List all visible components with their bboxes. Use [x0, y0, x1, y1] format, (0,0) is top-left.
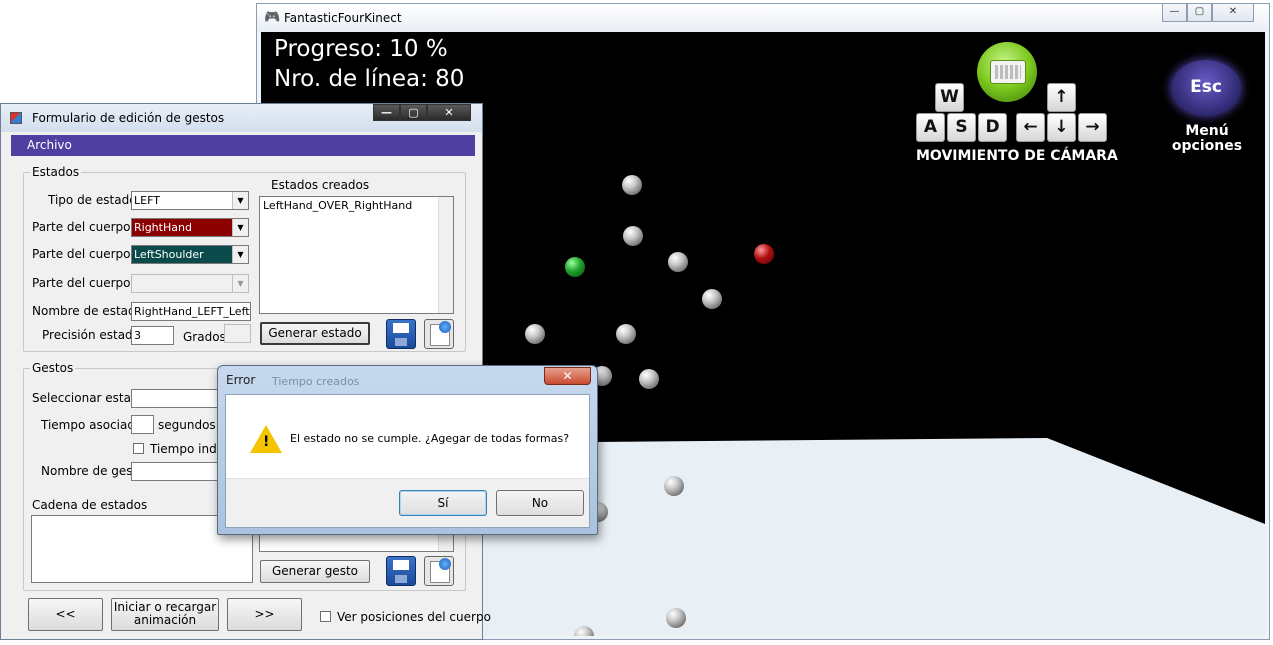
segundos-label: segundos — [158, 418, 216, 432]
nombre-estado-input[interactable]: RightHand_LEFT_LeftSh — [131, 302, 251, 321]
estados-creados-label: Estados creados — [271, 178, 370, 192]
generar-estado-button[interactable]: Generar estado — [260, 322, 370, 345]
reload-label-line2: animación — [133, 613, 197, 627]
key-right: → — [1078, 113, 1107, 142]
tipo-estado-label: Tipo de estado — [48, 193, 137, 207]
load-icon[interactable] — [424, 319, 454, 349]
close-button[interactable]: ✕ — [427, 104, 471, 121]
chevron-down-icon: ▼ — [232, 219, 248, 236]
chevron-down-icon: ▼ — [232, 192, 248, 209]
skeleton-joint — [623, 226, 643, 246]
key-w: W — [935, 83, 964, 112]
skeleton-joint-right-hand — [754, 244, 774, 264]
tipo-estado-value: LEFT — [134, 194, 160, 207]
load-icon[interactable] — [424, 556, 454, 586]
grados-label: Grados — [183, 330, 226, 344]
dialog-body: ! El estado no se cumple. ¿Agegar de tod… — [225, 394, 590, 528]
estados-creados-list[interactable]: LeftHand_OVER_RightHand — [259, 196, 454, 314]
list-item[interactable]: LeftHand_OVER_RightHand — [260, 197, 453, 214]
keyboard-icon[interactable] — [977, 42, 1037, 102]
kinect-titlebar[interactable]: 🎮 FantasticFourKinect — ▢ ✕ — [257, 4, 1269, 32]
ver-posiciones-label: Ver posiciones del cuerpo — [337, 610, 491, 624]
estados-legend: Estados — [32, 165, 80, 179]
precision-estado-label: Precisión estado — [42, 328, 141, 342]
dialog-footer: Sí No — [226, 478, 589, 527]
skeleton-joint — [525, 324, 545, 344]
parte-cuerpo-1-value: RightHand — [134, 221, 192, 234]
reload-animation-button[interactable]: Iniciar o recargar animación — [111, 598, 219, 631]
seleccionar-estado-label: Seleccionar estado — [32, 391, 146, 405]
error-dialog: Error Tiempo creados ✕ ! El estado no se… — [217, 365, 598, 535]
parte-cuerpo-3-select[interactable]: ▼ — [131, 274, 249, 293]
maximize-button[interactable]: ▢ — [1187, 4, 1212, 22]
key-left: ← — [1016, 113, 1045, 142]
menu-label-line1: Menú — [1185, 123, 1229, 139]
dialog-title: Error — [226, 373, 256, 387]
tipo-estado-select[interactable]: LEFT ▼ — [131, 191, 249, 210]
skeleton-joint — [666, 608, 686, 628]
save-icon[interactable] — [386, 556, 416, 586]
tiempo-asociado-label: Tiempo asociado — [41, 418, 143, 432]
warning-icon-mark: ! — [263, 434, 270, 450]
skeleton-joint — [639, 369, 659, 389]
skeleton-joint — [622, 175, 642, 195]
skeleton-joint — [664, 476, 684, 496]
parte-cuerpo-1-select[interactable]: RightHand ▼ — [131, 218, 249, 237]
form-window-title: Formulario de edición de gestos — [32, 111, 225, 125]
parte-cuerpo-2-label: Parte del cuerpo 2 — [32, 247, 142, 261]
key-d: D — [978, 113, 1007, 142]
previous-button[interactable]: << — [28, 598, 103, 631]
skeleton-joint — [616, 324, 636, 344]
options-menu-label: Menú opciones — [1163, 124, 1251, 154]
skeleton-joint — [702, 289, 722, 309]
key-a: A — [916, 113, 945, 142]
scrollbar[interactable] — [438, 197, 453, 313]
key-down: ↓ — [1047, 113, 1076, 142]
chevron-down-icon: ▼ — [232, 275, 248, 292]
parte-cuerpo-2-select[interactable]: LeftShoulder ▼ — [131, 245, 249, 264]
menu-label-line2: opciones — [1171, 138, 1243, 154]
dialog-ghost-text: Tiempo creados — [272, 375, 360, 388]
esc-button[interactable]: Esc — [1171, 60, 1241, 116]
dialog-message: El estado no se cumple. ¿Agegar de todas… — [290, 432, 570, 445]
dialog-close-button[interactable]: ✕ — [544, 367, 591, 385]
minimize-button[interactable]: — — [373, 104, 400, 121]
yes-button[interactable]: Sí — [399, 490, 487, 516]
nombre-gesto-label: Nombre de gesto — [41, 464, 145, 478]
save-icon[interactable] — [386, 319, 416, 349]
gamepad-icon: 🎮 — [264, 10, 281, 25]
form-app-icon — [10, 112, 22, 124]
menu-bar: Archivo — [11, 135, 475, 156]
parte-cuerpo-3-label: Parte del cuerpo 3 — [32, 276, 142, 290]
grados-input[interactable] — [224, 324, 251, 343]
maximize-button[interactable]: ▢ — [400, 104, 427, 121]
seleccionar-estado-select[interactable] — [131, 389, 221, 408]
nombre-estado-label: Nombre de estado — [32, 304, 143, 318]
generar-gesto-button[interactable]: Generar gesto — [260, 560, 370, 583]
minimize-button[interactable]: — — [1162, 4, 1187, 22]
no-button[interactable]: No — [496, 490, 584, 516]
parte-cuerpo-1-label: Parte del cuerpo 1 — [32, 220, 142, 234]
tiempo-indefinido-checkbox[interactable] — [133, 443, 144, 454]
menu-archivo[interactable]: Archivo — [27, 138, 72, 152]
next-button[interactable]: >> — [227, 598, 302, 631]
key-s: S — [947, 113, 976, 142]
line-number-label: Nro. de línea: 80 — [274, 66, 465, 92]
gestos-legend: Gestos — [32, 361, 74, 375]
close-button[interactable]: ✕ — [1212, 4, 1254, 22]
kinect-window-title: FantasticFourKinect — [284, 11, 402, 25]
parte-cuerpo-2-value: LeftShoulder — [134, 248, 204, 261]
camera-movement-label: MOVIMIENTO DE CÁMARA — [916, 148, 1118, 164]
skeleton-joint-left-hand — [565, 257, 585, 277]
precision-estado-input[interactable]: 3 — [131, 326, 174, 345]
ver-posiciones-checkbox[interactable] — [320, 611, 331, 622]
cadena-estados-label: Cadena de estados — [32, 498, 148, 512]
nombre-gesto-input[interactable] — [131, 462, 221, 481]
form-titlebar[interactable]: Formulario de edición de gestos — ▢ ✕ — [1, 104, 482, 132]
skeleton-joint — [668, 252, 688, 272]
chevron-down-icon: ▼ — [232, 246, 248, 263]
tiempo-asociado-input[interactable] — [131, 415, 154, 434]
progress-label: Progreso: 10 % — [274, 36, 448, 62]
key-up: ↑ — [1047, 83, 1076, 112]
